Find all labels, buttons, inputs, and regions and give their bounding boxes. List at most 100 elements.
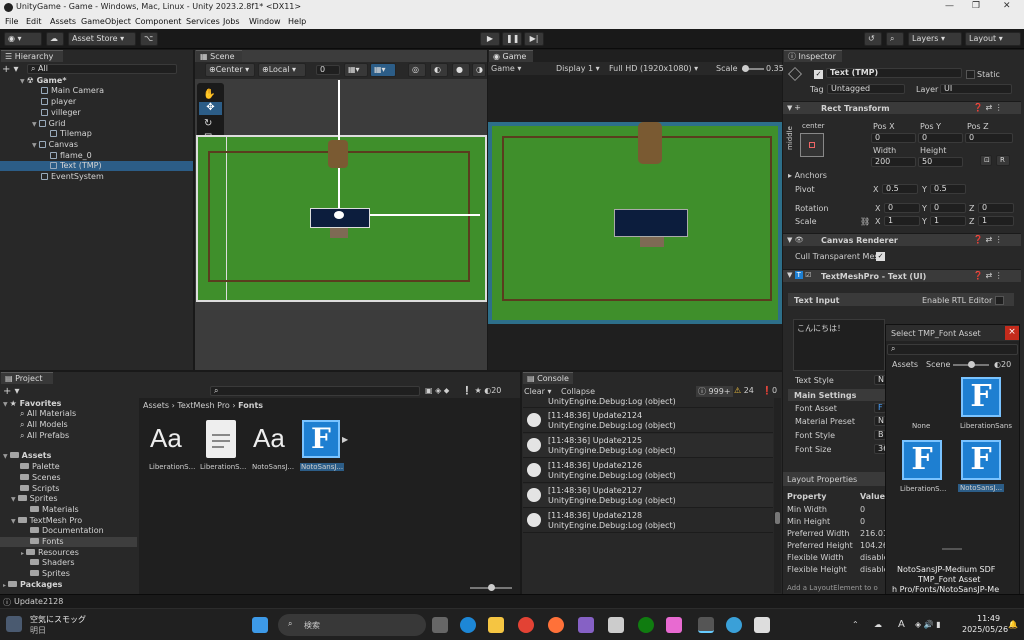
tmp-font-asset-icon[interactable]: F — [302, 420, 340, 458]
tab-project[interactable]: ▤ Project — [1, 372, 53, 384]
pos-z-field[interactable]: 0 — [965, 133, 1013, 143]
component-menu-icon[interactable]: ❓ ⇄ ⋮ — [973, 271, 1003, 280]
log-entry[interactable]: [11:48:36] Update2125 UnityEngine.Debug:L… — [523, 434, 773, 458]
tray-chevron-icon[interactable]: ⌃ — [852, 620, 859, 629]
folder-shaders[interactable]: Shaders — [30, 558, 75, 568]
pivot-y-field[interactable]: 0.5 — [930, 184, 966, 194]
menu-help[interactable]: Help — [288, 17, 306, 26]
picker-item-none[interactable]: None — [912, 422, 930, 430]
clear-button[interactable]: Clear ▾ — [524, 387, 551, 396]
firefox-icon[interactable] — [548, 617, 564, 633]
version-control-icon[interactable]: ⌥ — [140, 32, 158, 46]
search-icon[interactable]: ⌕ — [886, 32, 904, 46]
picker-tab-scene[interactable]: Scene — [926, 360, 950, 369]
player-sprite[interactable] — [328, 140, 348, 168]
picker-font-icon[interactable]: F — [902, 440, 942, 480]
anchor-preset-button[interactable] — [800, 133, 824, 157]
hierarchy-item-eventsystem[interactable]: EventSystem — [41, 172, 104, 182]
font-file-icon[interactable]: Aa — [150, 423, 182, 454]
hierarchy-item-player[interactable]: player — [41, 97, 76, 107]
hierarchy-item-tilemap[interactable]: Tilemap — [50, 129, 92, 139]
rot-y-field[interactable]: 0 — [930, 203, 966, 213]
unity-editor-icon[interactable] — [698, 617, 714, 633]
rot-z-field[interactable]: 0 — [978, 203, 1014, 213]
rtl-checkbox[interactable] — [995, 296, 1004, 305]
hierarchy-item-canvas[interactable]: ▼ Canvas — [32, 140, 78, 151]
chrome-icon[interactable] — [518, 617, 534, 633]
game-mode-dropdown[interactable]: Game ▾ — [491, 64, 521, 73]
cull-checkbox[interactable]: ✓ — [876, 252, 885, 261]
tab-inspector[interactable]: ⓘ Inspector — [784, 50, 842, 62]
unity-hub-icon[interactable] — [608, 617, 624, 633]
move-tool-icon[interactable]: ✥ — [199, 102, 222, 115]
picker-item-noto-selected[interactable]: NotoSansJ... — [958, 484, 1005, 492]
lighting-icon[interactable]: ● — [452, 63, 470, 77]
picker-size-handle[interactable] — [968, 361, 975, 368]
menu-jobs[interactable]: Jobs — [223, 17, 240, 26]
breadcrumb-textmesh[interactable]: TextMesh Pro — [177, 401, 229, 410]
packages-foldout[interactable]: ▸ Packages — [3, 580, 62, 591]
hierarchy-item-villeger[interactable]: villeger — [41, 108, 81, 118]
browser-icon[interactable] — [726, 617, 742, 633]
canvas-renderer-header[interactable]: ▼ 👁 Canvas Renderer ❓ ⇄ ⋮ — [783, 233, 1021, 246]
scale-y-field[interactable]: 1 — [930, 216, 966, 226]
expand-asset-icon[interactable]: ▶ — [342, 435, 348, 444]
log-count-toggle[interactable]: ⓘ 999+ — [696, 386, 733, 397]
folder-scripts[interactable]: Scripts — [20, 484, 59, 494]
constrain-proportions-icon[interactable]: ⛓ — [860, 217, 870, 226]
menu-services[interactable]: Services — [186, 17, 220, 26]
breadcrumb-fonts[interactable]: Fonts — [238, 401, 263, 410]
folder-palette[interactable]: Palette — [20, 462, 60, 472]
collapse-button[interactable]: Collapse — [561, 387, 595, 396]
fav-all-prefabs[interactable]: ⌕ All Prefabs — [20, 431, 69, 441]
notification-icon[interactable]: 🔔 — [1008, 620, 1018, 629]
picker-tab-assets[interactable]: Assets — [892, 360, 918, 369]
picker-font-icon[interactable]: F — [961, 377, 1001, 417]
resolution-dropdown[interactable]: Full HD (1920x1080) ▾ — [609, 64, 698, 73]
rot-x-field[interactable]: 0 — [884, 203, 920, 213]
folder-fonts[interactable]: Fonts — [0, 537, 137, 547]
height-field[interactable]: 50 — [918, 157, 963, 167]
cloud-tray-icon[interactable]: ☁ — [874, 620, 882, 629]
step-button[interactable]: ▶| — [524, 32, 544, 46]
close-window-button[interactable]: ✕ — [1003, 1, 1011, 11]
warning-count-toggle[interactable]: ⚠ 24 — [734, 386, 754, 395]
component-menu-icon[interactable]: ❓ ⇄ ⋮ — [973, 103, 1003, 112]
text-input-area[interactable]: こんにちは！ — [793, 319, 885, 371]
layers-dropdown[interactable]: Layers ▾ — [908, 32, 962, 46]
font-file-icon[interactable]: Aa — [253, 423, 285, 454]
taskbar-search-box[interactable]: ⌕ 検索 — [278, 614, 426, 636]
copilot-icon[interactable] — [666, 617, 682, 633]
pos-x-field[interactable]: 0 — [871, 133, 916, 143]
menu-assets[interactable]: Assets — [50, 17, 76, 26]
folder-sprites[interactable]: ▼ Sprites — [11, 494, 58, 505]
picker-search-input[interactable]: ⌕ — [887, 344, 1018, 355]
blueprint-mode-button[interactable]: ⊡ — [980, 155, 992, 166]
menu-file[interactable]: File — [5, 17, 18, 26]
rotate-tool-icon[interactable]: ↻ — [204, 118, 212, 129]
project-info-icon[interactable]: ❕ ★ ◐20 — [462, 386, 501, 395]
audio-icon[interactable]: ◑ — [472, 63, 486, 77]
project-filter-icons[interactable]: ▣ ◈ ⬥ — [425, 386, 449, 396]
static-checkbox[interactable] — [966, 70, 975, 79]
pause-button[interactable]: ❚❚ — [502, 32, 522, 46]
asset-store-button[interactable]: Asset Store ▾ — [68, 32, 136, 46]
pivot-local-dropdown[interactable]: ⊕Local ▾ — [258, 63, 306, 77]
explorer-icon[interactable] — [488, 617, 504, 633]
draw-mode-icon[interactable]: ◎ — [408, 63, 426, 77]
grid-toggle[interactable]: ▦▾ — [344, 63, 368, 77]
error-count-toggle[interactable]: ❗0 — [762, 386, 777, 395]
tab-game[interactable]: ◉ Game — [489, 50, 533, 62]
hand-tool-icon[interactable]: ✋ — [203, 89, 215, 100]
file-label[interactable]: LiberationS... — [149, 463, 195, 471]
log-entry[interactable]: [11:48:36] Update2126 UnityEngine.Debug:L… — [523, 459, 773, 483]
component-menu-icon[interactable]: ❓ ⇄ ⋮ — [973, 235, 1003, 244]
picker-item-liberation[interactable]: LiberationSans — [960, 422, 1012, 430]
folder-materials[interactable]: Materials — [30, 505, 79, 515]
tab-hierarchy[interactable]: ☰ Hierarchy — [1, 50, 63, 62]
breadcrumb-assets[interactable]: Assets — [143, 401, 169, 410]
console-scrollbar[interactable] — [774, 398, 781, 593]
scale-z-field[interactable]: 1 — [978, 216, 1014, 226]
fav-all-materials[interactable]: ⌕ All Materials — [20, 409, 76, 419]
scale-slider-handle[interactable] — [742, 65, 749, 72]
